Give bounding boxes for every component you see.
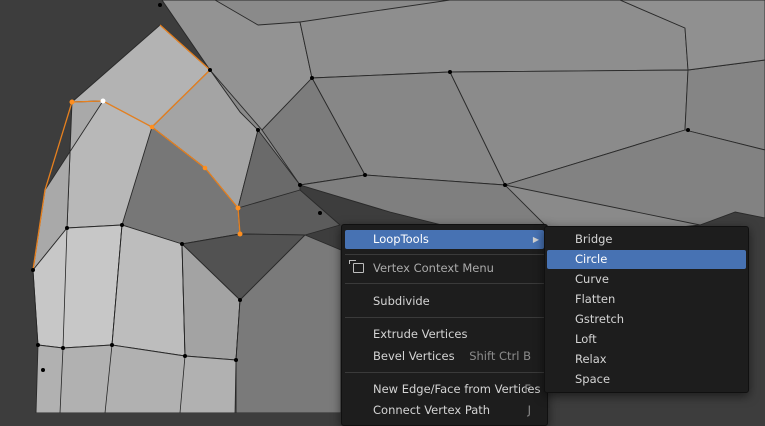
submenu-item-label: Flatten bbox=[575, 292, 616, 306]
submenu-item-space[interactable]: Space bbox=[547, 370, 746, 389]
submenu-item-label: Curve bbox=[575, 272, 609, 286]
submenu-arrow-icon: ▶ bbox=[532, 235, 539, 244]
submenu-item-loft[interactable]: Loft bbox=[547, 330, 746, 349]
submenu-item-label: Space bbox=[575, 372, 611, 386]
submenu-item-relax[interactable]: Relax bbox=[547, 350, 746, 369]
looptools-submenu: Bridge Circle Curve Flatten Gstretch Lof… bbox=[544, 226, 749, 393]
menu-item-label: New Edge/Face from Vertices bbox=[373, 382, 541, 396]
menu-item-label: Vertex Context Menu bbox=[373, 261, 494, 275]
menu-item-looptools[interactable]: LoopTools ▶ bbox=[345, 230, 544, 249]
submenu-item-label: Gstretch bbox=[575, 312, 625, 326]
submenu-item-label: Circle bbox=[575, 252, 608, 266]
submenu-item-label: Bridge bbox=[575, 232, 613, 246]
menu-item-extrude-vertices[interactable]: Extrude Vertices bbox=[345, 325, 544, 344]
shortcut-label: Shift Ctrl B bbox=[469, 349, 531, 363]
menu-item-new-edge-face[interactable]: New Edge/Face from Vertices F bbox=[345, 380, 544, 399]
menu-item-label: Subdivide bbox=[373, 294, 430, 308]
vertex-context-menu: LoopTools ▶ Vertex Context Menu Subdivid… bbox=[341, 224, 548, 426]
submenu-item-curve[interactable]: Curve bbox=[547, 270, 746, 289]
menu-item-bevel-vertices[interactable]: Bevel Vertices Shift Ctrl B bbox=[345, 347, 544, 366]
pin-menu-icon bbox=[349, 260, 364, 273]
submenu-item-circle[interactable]: Circle bbox=[547, 250, 746, 269]
menu-separator bbox=[345, 254, 544, 255]
menu-item-label: Connect Vertex Path bbox=[373, 403, 491, 417]
submenu-item-label: Relax bbox=[575, 352, 607, 366]
menu-separator bbox=[345, 317, 544, 318]
shortcut-label: J bbox=[527, 403, 531, 417]
menu-item-vertex-context-menu[interactable]: Vertex Context Menu bbox=[345, 259, 544, 278]
menu-item-subdivide[interactable]: Subdivide bbox=[345, 292, 544, 311]
menu-item-connect-vertex-path[interactable]: Connect Vertex Path J bbox=[345, 401, 544, 420]
submenu-item-flatten[interactable]: Flatten bbox=[547, 290, 746, 309]
submenu-item-bridge[interactable]: Bridge bbox=[547, 230, 746, 249]
shortcut-label: F bbox=[524, 382, 531, 396]
menu-separator bbox=[345, 283, 544, 284]
menu-separator bbox=[345, 372, 544, 373]
submenu-item-gstretch[interactable]: Gstretch bbox=[547, 310, 746, 329]
menu-item-label: Bevel Vertices bbox=[373, 349, 455, 363]
menu-item-label: LoopTools bbox=[373, 232, 429, 246]
submenu-item-label: Loft bbox=[575, 332, 597, 346]
menu-item-label: Extrude Vertices bbox=[373, 327, 468, 341]
